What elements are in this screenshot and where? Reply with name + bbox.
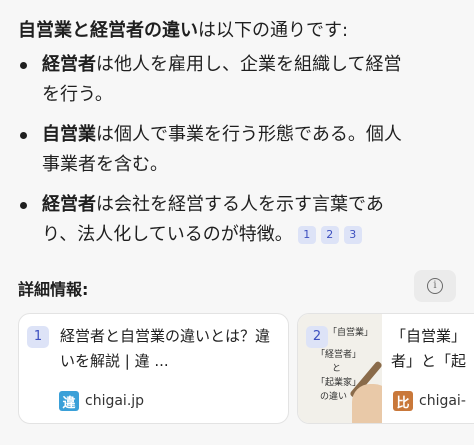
bullet-bold: 経営者: [42, 54, 96, 75]
info-icon: i: [427, 278, 443, 294]
bullet-item: 自営業は個人で事業を行う形態である。個人 事業者を含む。: [18, 120, 468, 180]
source-card-2[interactable]: 「自営業」 「経営者」 と 「起業家」 の違い 2 「自営業」 者」と「起 比 …: [297, 313, 474, 424]
bullet-dot: [20, 202, 27, 209]
source-site-name: chigai-: [419, 393, 466, 409]
details-heading: 詳細情報:: [18, 280, 89, 299]
site-favicon-icon: 比: [393, 391, 413, 411]
source-site[interactable]: 違 chigai.jp: [59, 391, 144, 411]
source-site-name: chigai.jp: [85, 393, 145, 409]
thumb-text: と: [332, 364, 342, 374]
answer-bullet-list: 経営者は他人を雇用し、企業を組織して経営 を行う。 自営業は個人で事業を行う形態…: [18, 50, 468, 250]
bullet-bold: 自営業: [42, 124, 96, 145]
hand-graphic: [352, 384, 382, 423]
bullet-text-cont: 事業者を含む。: [42, 154, 168, 175]
citation-chip-1[interactable]: 1: [297, 226, 316, 244]
source-number-badge: 1: [27, 326, 49, 348]
bullet-item: 経営者は他人を雇用し、企業を組織して経営 を行う。: [18, 50, 468, 110]
thumb-text: 「経営者」: [316, 350, 362, 360]
bullet-dot: [20, 132, 27, 139]
thumb-text: の違い: [320, 392, 348, 402]
citation-chip-3[interactable]: 3: [343, 226, 362, 244]
intro-text: は以下の通りです:: [198, 20, 349, 41]
ai-answer: 自営業と経営者の違いは以下の通りです: 経営者は他人を雇用し、企業を組織して経営…: [18, 18, 468, 260]
source-card-1[interactable]: 1 経営者と自営業の違いとは？違いを解説 | 違 ... 違 chigai.jp: [18, 313, 289, 424]
source-site[interactable]: 比 chigai-: [393, 391, 466, 411]
citation-chip-2[interactable]: 2: [320, 226, 339, 244]
site-favicon-icon: 違: [59, 391, 79, 411]
bullet-bold: 経営者: [42, 194, 96, 215]
source-title[interactable]: 経営者と自営業の違いとは？違いを解説 | 違 ...: [60, 324, 280, 374]
bullet-text: は他人を雇用し、企業を組織して経営: [96, 54, 402, 75]
bullet-text-cont: を行う。: [42, 84, 113, 105]
source-number-badge: 2: [306, 326, 328, 348]
bullet-text: は会社を経営する人を示す言葉であ: [96, 194, 384, 215]
bullet-text-cont: り、法人化しているのが特徴。: [42, 224, 293, 245]
thumb-text: 「自営業」: [328, 328, 374, 338]
info-button[interactable]: i: [414, 270, 456, 302]
intro-bold: 自営業と経営者の違い: [18, 20, 198, 41]
source-title-line: 者」と「起: [391, 352, 467, 370]
bullet-text: は個人で事業を行う形態である。個人: [96, 124, 402, 145]
bullet-item: 経営者は会社を経営する人を示す言葉であ り、法人化しているのが特徴。 1 2 3: [18, 190, 468, 250]
answer-intro: 自営業と経営者の違いは以下の通りです:: [18, 18, 468, 44]
bullet-dot: [20, 62, 27, 69]
source-title-line: 「自営業」: [391, 327, 467, 345]
source-title[interactable]: 「自営業」 者」と「起: [391, 324, 474, 374]
